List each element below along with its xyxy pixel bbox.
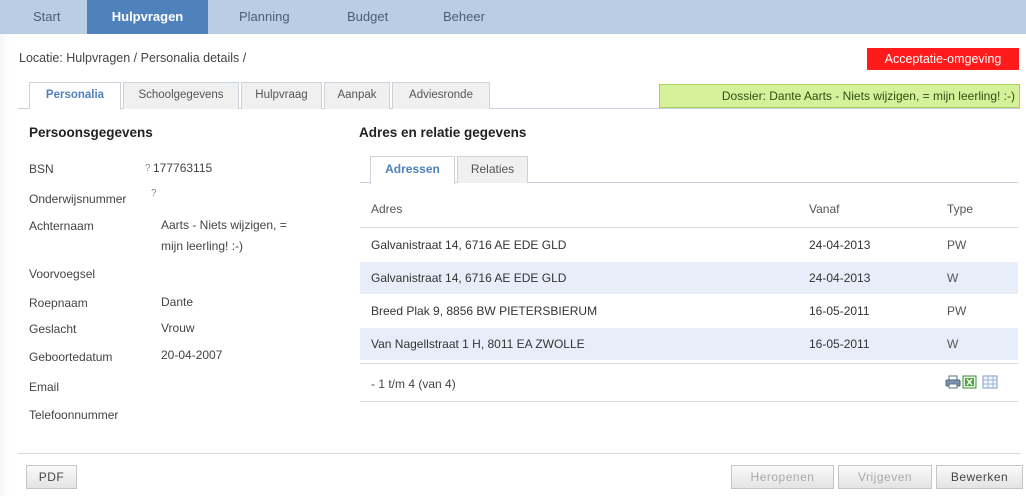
field-value-achternaam-line2: mijn leerling! :-) [161,239,244,253]
cell-vanaf: 16-05-2011 [809,337,870,351]
excel-icon[interactable] [962,375,978,389]
action-bar-divider [18,453,1020,454]
cell-adres: Galvanistraat 14, 6716 AE EDE GLD [371,238,567,252]
nav-item-planning[interactable]: Planning [239,0,290,34]
column-header-adres[interactable]: Adres [371,202,402,216]
cell-vanaf: 24-04-2013 [809,238,871,252]
environment-badge: Acceptatie-omgeving [867,48,1019,70]
heropenen-button[interactable]: Heropenen [731,465,834,489]
field-value-achternaam-line1: Aarts - Niets wijzigen, = [161,218,287,232]
field-label-geslacht: Geslacht [29,322,77,336]
pager-summary: - 1 t/m 4 (van 4) [371,377,456,391]
nav-item-start[interactable]: Start [33,0,60,34]
subtab-relaties[interactable]: Relaties [457,156,528,183]
table-row[interactable]: Breed Plak 9, 8856 BW PIETERSBIERUM 16-0… [360,295,1018,328]
cell-adres: Van Nagellstraat 1 H, 8011 EA ZWOLLE [371,337,585,351]
table-header: Adres Vanaf Type [360,191,1018,228]
pdf-button[interactable]: PDF [26,465,77,489]
table-row[interactable]: Van Nagellstraat 1 H, 8011 EA ZWOLLE 16-… [360,328,1018,361]
dossier-banner: Dossier: Dante Aarts - Niets wijzigen, =… [659,84,1020,108]
table-footer: - 1 t/m 4 (van 4) [360,363,1018,402]
table-row[interactable]: Galvanistraat 14, 6716 AE EDE GLD 24-04-… [360,262,1018,295]
field-label-bsn: BSN [29,162,54,176]
left-gutter [0,34,10,496]
cell-adres: Galvanistraat 14, 6716 AE EDE GLD [371,271,567,285]
field-label-onderwijsnummer: Onderwijsnummer [29,192,127,206]
field-label-email: Email [29,380,60,394]
cell-type: W [947,271,959,285]
field-value-geboortedatum: 20-04-2007 [161,348,223,362]
persoonsgegevens-title: Persoonsgegevens [29,125,153,140]
cell-adres: Breed Plak 9, 8856 BW PIETERSBIERUM [371,304,598,318]
table-row[interactable]: Galvanistraat 14, 6716 AE EDE GLD 24-04-… [360,229,1018,262]
field-label-achternaam: Achternaam [29,219,94,233]
tab-hulpvraag[interactable]: Hulpvraag [241,82,322,109]
help-icon[interactable]: ? [145,163,151,174]
bewerken-button[interactable]: Bewerken [936,465,1023,489]
field-value-geslacht: Vrouw [161,321,195,335]
cell-type: W [947,337,959,351]
printer-icon[interactable] [945,375,961,389]
field-value-roepnaam: Dante [161,295,194,309]
cell-type: PW [947,238,967,252]
nav-item-beheer[interactable]: Beheer [443,0,485,34]
tab-schoolgegevens[interactable]: Schoolgegevens [123,82,239,109]
adres-relatie-title: Adres en relatie gegevens [359,125,527,140]
field-label-voorvoegsel: Voorvoegsel [29,267,96,281]
cell-vanaf: 16-05-2011 [809,304,870,318]
cell-type: PW [947,304,967,318]
top-navigation: Start Hulpvragen Planning Budget Beheer [0,0,1026,34]
field-value-bsn: 177763115 [153,161,213,175]
subtab-adressen[interactable]: Adressen [370,156,455,184]
field-label-telefoonnummer: Telefoonnummer [29,408,119,422]
column-header-type[interactable]: Type [947,202,973,216]
help-icon[interactable]: ? [151,188,157,199]
vrijgeven-button[interactable]: Vrijgeven [838,465,932,489]
column-header-vanaf[interactable]: Vanaf [809,202,839,216]
tab-adviesronde[interactable]: Adviesronde [392,82,490,109]
cell-vanaf: 24-04-2013 [809,271,871,285]
nav-item-budget[interactable]: Budget [347,0,388,34]
field-label-roepnaam: Roepnaam [29,296,88,310]
nav-item-hulpvragen[interactable]: Hulpvragen [87,0,208,34]
tab-aanpak[interactable]: Aanpak [324,82,390,109]
table-icon[interactable] [982,375,998,389]
breadcrumb: Locatie: Hulpvragen / Personalia details… [19,51,247,65]
field-label-geboortedatum: Geboortedatum [29,350,113,364]
tab-personalia[interactable]: Personalia [29,82,121,110]
